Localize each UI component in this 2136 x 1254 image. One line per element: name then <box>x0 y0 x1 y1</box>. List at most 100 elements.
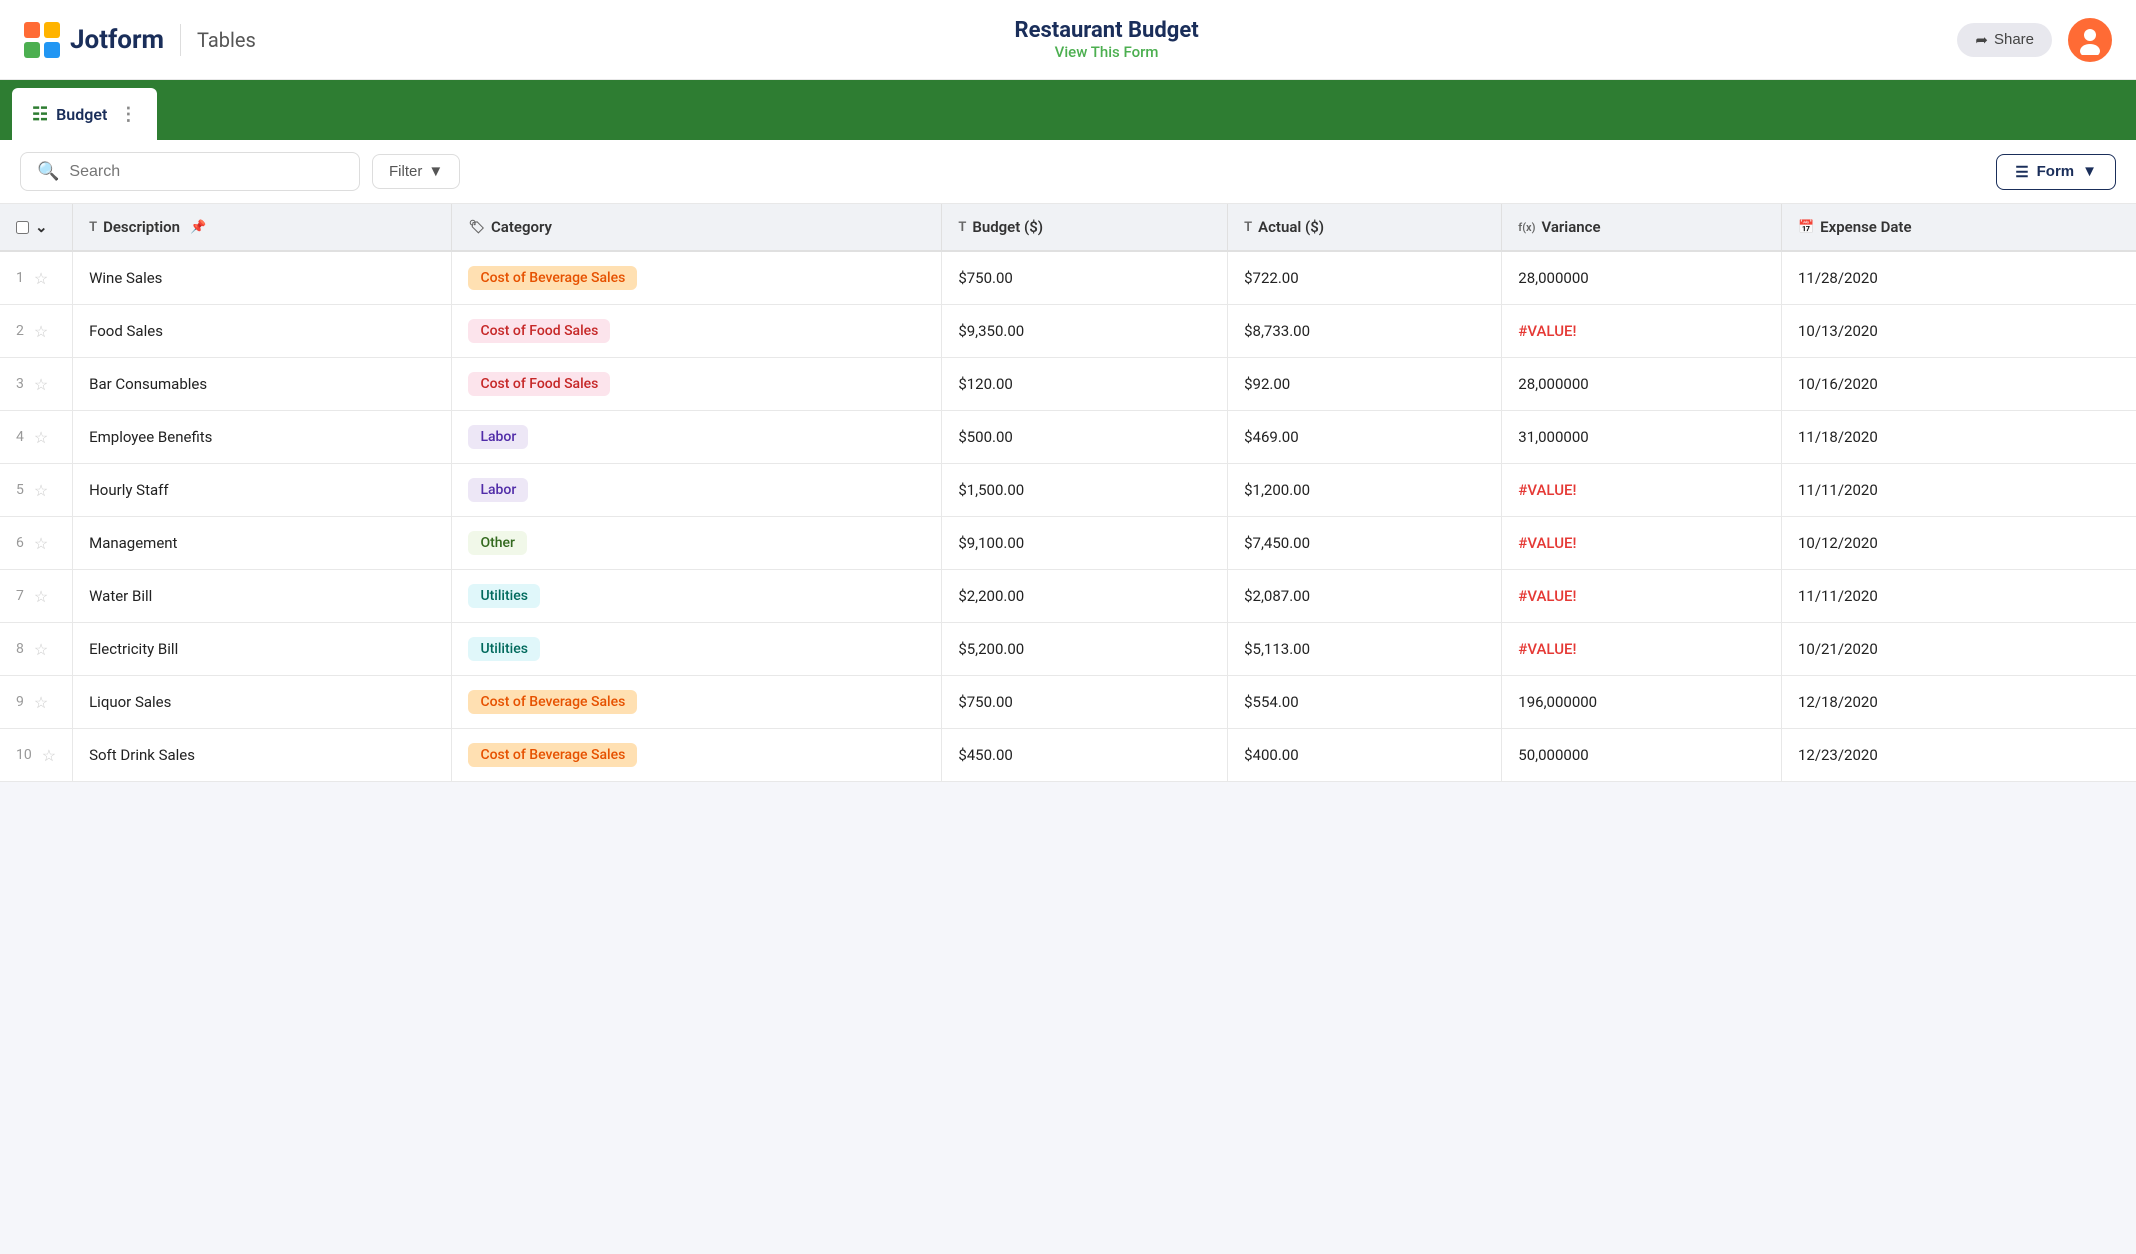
share-button[interactable]: ➦ Share <box>1957 23 2052 57</box>
description-cell: Electricity Bill <box>73 623 452 676</box>
row-controls-cell: 7 ☆ <box>0 570 73 623</box>
form-chevron-icon: ▼ <box>2082 163 2097 180</box>
budget-tab[interactable]: ☷ Budget ⋮ <box>12 88 157 140</box>
header-center: Restaurant Budget View This Form <box>1014 18 1198 61</box>
expense-date-cell: 11/11/2020 <box>1781 570 2136 623</box>
category-cell: Cost of Beverage Sales <box>452 251 942 305</box>
tab-label: Budget <box>56 105 107 124</box>
category-badge[interactable]: Other <box>468 531 527 555</box>
select-all-checkbox[interactable] <box>16 221 29 234</box>
category-badge[interactable]: Labor <box>468 478 528 502</box>
expand-icon: ⌄ <box>35 218 48 236</box>
avatar-icon <box>2075 25 2105 55</box>
category-badge[interactable]: Utilities <box>468 584 539 608</box>
star-icon[interactable]: ☆ <box>34 269 48 288</box>
variance-cell: #VALUE! <box>1502 464 1782 517</box>
budget-cell: $450.00 <box>942 729 1228 782</box>
row-number: 7 <box>16 588 24 604</box>
category-cell: Cost of Beverage Sales <box>452 729 942 782</box>
form-button[interactable]: ☰ Form ▼ <box>1996 154 2116 190</box>
star-icon[interactable]: ☆ <box>34 534 48 553</box>
col-variance[interactable]: f(x) Variance <box>1502 204 1782 251</box>
row-number: 10 <box>16 747 32 763</box>
star-icon[interactable]: ☆ <box>42 746 56 765</box>
col-checkbox: ⌄ <box>0 204 73 251</box>
star-icon[interactable]: ☆ <box>34 322 48 341</box>
category-badge[interactable]: Cost of Beverage Sales <box>468 690 637 714</box>
expense-date-cell: 12/23/2020 <box>1781 729 2136 782</box>
category-cell: Labor <box>452 411 942 464</box>
category-badge[interactable]: Utilities <box>468 637 539 661</box>
budget-col-icon: T <box>958 220 966 235</box>
actual-cell: $5,113.00 <box>1228 623 1502 676</box>
table-row: 7 ☆ Water Bill Utilities $2,200.00 $2,08… <box>0 570 2136 623</box>
table-row: 4 ☆ Employee Benefits Labor $500.00 $469… <box>0 411 2136 464</box>
budget-cell: $9,350.00 <box>942 305 1228 358</box>
search-icon: 🔍 <box>37 161 59 182</box>
filter-button[interactable]: Filter ▼ <box>372 154 460 189</box>
description-cell: Food Sales <box>73 305 452 358</box>
logo: Jotform <box>24 22 164 58</box>
table-row: 9 ☆ Liquor Sales Cost of Beverage Sales … <box>0 676 2136 729</box>
star-icon[interactable]: ☆ <box>34 481 48 500</box>
actual-col-icon: T <box>1244 220 1252 235</box>
row-number: 1 <box>16 270 24 286</box>
star-icon[interactable]: ☆ <box>34 693 48 712</box>
category-badge[interactable]: Cost of Food Sales <box>468 319 610 343</box>
description-cell: Water Bill <box>73 570 452 623</box>
header-right: ➦ Share <box>1957 18 2112 62</box>
star-icon[interactable]: ☆ <box>34 587 48 606</box>
form-list-icon: ☰ <box>2015 163 2028 181</box>
search-input[interactable] <box>69 163 343 181</box>
table-row: 6 ☆ Management Other $9,100.00 $7,450.00… <box>0 517 2136 570</box>
table-row: 8 ☆ Electricity Bill Utilities $5,200.00… <box>0 623 2136 676</box>
row-number: 8 <box>16 641 24 657</box>
budget-cell: $9,100.00 <box>942 517 1228 570</box>
data-table-container: ⌄ T Description 📌 🏷 Category <box>0 204 2136 782</box>
col-budget[interactable]: T Budget ($) <box>942 204 1228 251</box>
actual-cell: $469.00 <box>1228 411 1502 464</box>
col-category[interactable]: 🏷 Category <box>452 204 942 251</box>
logo-text: Jotform <box>70 25 164 55</box>
category-badge[interactable]: Cost of Food Sales <box>468 372 610 396</box>
expense-date-cell: 10/16/2020 <box>1781 358 2136 411</box>
header-left: Jotform Tables <box>24 22 256 58</box>
category-badge[interactable]: Cost of Beverage Sales <box>468 743 637 767</box>
row-number: 9 <box>16 694 24 710</box>
star-icon[interactable]: ☆ <box>34 375 48 394</box>
star-icon[interactable]: ☆ <box>34 428 48 447</box>
col-budget-label: Budget ($) <box>972 218 1043 236</box>
col-description[interactable]: T Description 📌 <box>73 204 452 251</box>
row-number: 4 <box>16 429 24 445</box>
budget-cell: $750.00 <box>942 676 1228 729</box>
view-form-link[interactable]: View This Form <box>1014 43 1198 61</box>
row-controls-cell: 5 ☆ <box>0 464 73 517</box>
tab-menu-icon[interactable]: ⋮ <box>119 104 137 125</box>
col-expense-date[interactable]: 📅 Expense Date <box>1781 204 2136 251</box>
table-row: 3 ☆ Bar Consumables Cost of Food Sales $… <box>0 358 2136 411</box>
variance-cell: #VALUE! <box>1502 570 1782 623</box>
share-label: Share <box>1994 31 2034 48</box>
form-label: Form <box>2037 163 2075 180</box>
table-row: 2 ☆ Food Sales Cost of Food Sales $9,350… <box>0 305 2136 358</box>
category-badge[interactable]: Cost of Beverage Sales <box>468 266 637 290</box>
budget-cell: $120.00 <box>942 358 1228 411</box>
actual-cell: $722.00 <box>1228 251 1502 305</box>
expense-date-cell: 10/21/2020 <box>1781 623 2136 676</box>
col-actual[interactable]: T Actual ($) <box>1228 204 1502 251</box>
row-number: 2 <box>16 323 24 339</box>
budget-cell: $5,200.00 <box>942 623 1228 676</box>
filter-label: Filter <box>389 163 422 180</box>
budget-cell: $500.00 <box>942 411 1228 464</box>
filter-icon: ▼ <box>428 163 443 180</box>
category-cell: Other <box>452 517 942 570</box>
variance-col-icon: f(x) <box>1518 221 1535 234</box>
star-icon[interactable]: ☆ <box>34 640 48 659</box>
expense-date-cell: 10/13/2020 <box>1781 305 2136 358</box>
actual-cell: $8,733.00 <box>1228 305 1502 358</box>
date-col-icon: 📅 <box>1798 220 1814 235</box>
expense-date-cell: 11/18/2020 <box>1781 411 2136 464</box>
col-description-label: Description <box>103 218 180 236</box>
description-cell: Management <box>73 517 452 570</box>
category-badge[interactable]: Labor <box>468 425 528 449</box>
